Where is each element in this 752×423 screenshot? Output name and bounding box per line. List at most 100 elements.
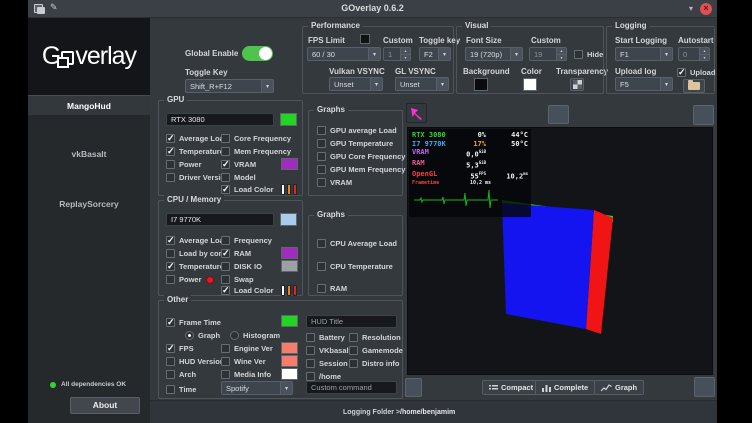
checkbox[interactable] [166, 262, 175, 271]
hide-checkbox-row[interactable]: Hide [574, 49, 603, 60]
cpu-color-swatch[interactable] [280, 213, 297, 226]
checkbox[interactable] [317, 126, 326, 135]
fps-toggle-key-dropdown[interactable]: F2 [419, 47, 451, 61]
gpu-vram-row[interactable]: VRAM [221, 159, 256, 170]
checkbox[interactable] [166, 370, 175, 379]
vram-color-swatch[interactable] [281, 158, 298, 170]
checkbox[interactable] [317, 239, 326, 248]
checkbox[interactable] [221, 173, 230, 182]
checkbox[interactable] [317, 165, 326, 174]
gpu-name-input[interactable] [166, 113, 274, 126]
radio-button[interactable] [185, 331, 194, 340]
wine-ver-color-swatch[interactable] [281, 355, 298, 367]
preview-scroll-button-left[interactable] [405, 378, 422, 397]
close-button[interactable]: × [700, 3, 712, 15]
dropdown-arrow-icon[interactable] [438, 48, 450, 60]
compact-mode-button[interactable]: Compact [482, 380, 540, 395]
toggle-key-dropdown[interactable]: Shift_R+F12 [185, 79, 274, 93]
dropdown-arrow-icon[interactable] [660, 78, 672, 90]
checkbox[interactable] [166, 173, 175, 182]
ram-row[interactable]: RAM [221, 248, 251, 259]
checkbox[interactable] [306, 372, 315, 381]
checkbox[interactable] [166, 134, 175, 143]
fps-limit-dropdown[interactable]: 60 / 30 [307, 47, 381, 61]
cpu-avg-load-row[interactable]: Average Load [166, 235, 228, 246]
graph-ram-row[interactable]: RAM [317, 283, 347, 294]
graph-gpu-temp-row[interactable]: GPU Temperature [317, 138, 393, 149]
gpu-color-swatch[interactable] [280, 113, 297, 126]
checkbox[interactable] [306, 359, 315, 368]
arch-row[interactable]: Arch [166, 369, 196, 380]
checkbox[interactable] [166, 160, 175, 169]
cpu-temp-row[interactable]: Temperature [166, 261, 224, 272]
gl-vsync-dropdown[interactable]: Unset [395, 77, 449, 91]
transparency-button[interactable] [570, 78, 584, 91]
checkbox[interactable] [221, 286, 230, 295]
cpu-load-color-row[interactable]: Load Color [221, 285, 274, 296]
graph-mode-button[interactable]: Graph [594, 380, 644, 395]
logging-folder-label[interactable]: Logging Folder > [343, 409, 400, 416]
checkbox[interactable] [221, 236, 230, 245]
start-logging-dropdown[interactable]: F1 [615, 47, 673, 61]
custom-command-input[interactable] [306, 381, 397, 394]
gpu-model-row[interactable]: Model [221, 172, 256, 183]
upload-folder-button[interactable] [683, 79, 705, 93]
vkbasalt-row[interactable]: VKbasalt [306, 345, 351, 356]
about-button[interactable]: About [70, 397, 140, 414]
preview-tool-button[interactable] [548, 105, 569, 124]
spinner-arrows-icon[interactable] [699, 48, 709, 60]
checkbox[interactable] [221, 249, 230, 258]
histogram-radio-row[interactable]: Histogram [230, 330, 280, 341]
spinner-arrows-icon[interactable] [400, 48, 410, 60]
checkbox[interactable] [349, 346, 358, 355]
wine-ver-row[interactable]: Wine Ver [221, 356, 266, 367]
dropdown-arrow-icon[interactable] [368, 48, 380, 60]
upload-log-dropdown[interactable]: F5 [615, 77, 673, 91]
checkbox[interactable] [221, 357, 230, 366]
fps-custom-spinner[interactable]: 1 [383, 47, 411, 61]
sidebar-tab-replaysorcery[interactable]: ReplaySorcery [28, 194, 150, 214]
checkbox[interactable] [221, 262, 230, 271]
hud-title-input[interactable] [306, 315, 397, 328]
swap-row[interactable]: Swap [221, 274, 254, 285]
time-row[interactable]: Time [166, 384, 196, 395]
checkbox[interactable] [166, 357, 175, 366]
checkbox[interactable] [166, 385, 175, 394]
vulkan-vsync-dropdown[interactable]: Unset [329, 77, 383, 91]
dropdown-arrow-icon[interactable] [370, 78, 382, 90]
dropdown-arrow-icon[interactable] [510, 48, 522, 60]
upload-checkbox-row[interactable]: Upload [677, 67, 715, 78]
gpu-core-freq-row[interactable]: Core Frequency [221, 133, 291, 144]
checkbox[interactable] [221, 344, 230, 353]
cpu-load-by-core-row[interactable]: Load by core [166, 248, 226, 259]
dropdown-arrow-icon[interactable] [280, 382, 292, 394]
autostart-spinner[interactable]: 0 [678, 47, 710, 61]
disk-io-row[interactable]: DISK IO [221, 261, 262, 272]
spinner-arrows-icon[interactable] [556, 48, 566, 60]
checkbox[interactable] [349, 333, 358, 342]
checkbox[interactable] [317, 139, 326, 148]
checkbox[interactable] [317, 262, 326, 271]
cpu-load-color-bars[interactable] [281, 285, 297, 296]
checkbox[interactable] [349, 359, 358, 368]
checkbox[interactable] [221, 370, 230, 379]
graph-radio-row[interactable]: Graph [185, 330, 220, 341]
logging-folder-path[interactable]: /home/benjamim [400, 409, 455, 416]
font-custom-spinner[interactable]: 19 [529, 47, 567, 61]
global-enable-toggle[interactable] [242, 46, 273, 61]
checkbox[interactable] [166, 236, 175, 245]
disk-io-color-swatch[interactable] [281, 260, 298, 272]
graph-gpu-core-freq-row[interactable]: GPU Core Frequency [317, 151, 405, 162]
checkbox[interactable] [317, 178, 326, 187]
checkbox[interactable] [221, 185, 230, 194]
gpu-avg-load-row[interactable]: Average Load [166, 133, 228, 144]
chevron-down-icon[interactable]: ▾ [689, 4, 693, 13]
dropdown-arrow-icon[interactable] [660, 48, 672, 60]
ram-color-swatch[interactable] [281, 247, 298, 259]
checkbox[interactable] [306, 333, 315, 342]
cpu-frequency-row[interactable]: Frequency [221, 235, 272, 246]
checkbox[interactable] [166, 249, 175, 258]
graph-cpu-avg-load-row[interactable]: CPU Average Load [317, 238, 397, 249]
preview-tool-button[interactable] [693, 105, 714, 125]
complete-mode-button[interactable]: Complete [535, 380, 595, 395]
